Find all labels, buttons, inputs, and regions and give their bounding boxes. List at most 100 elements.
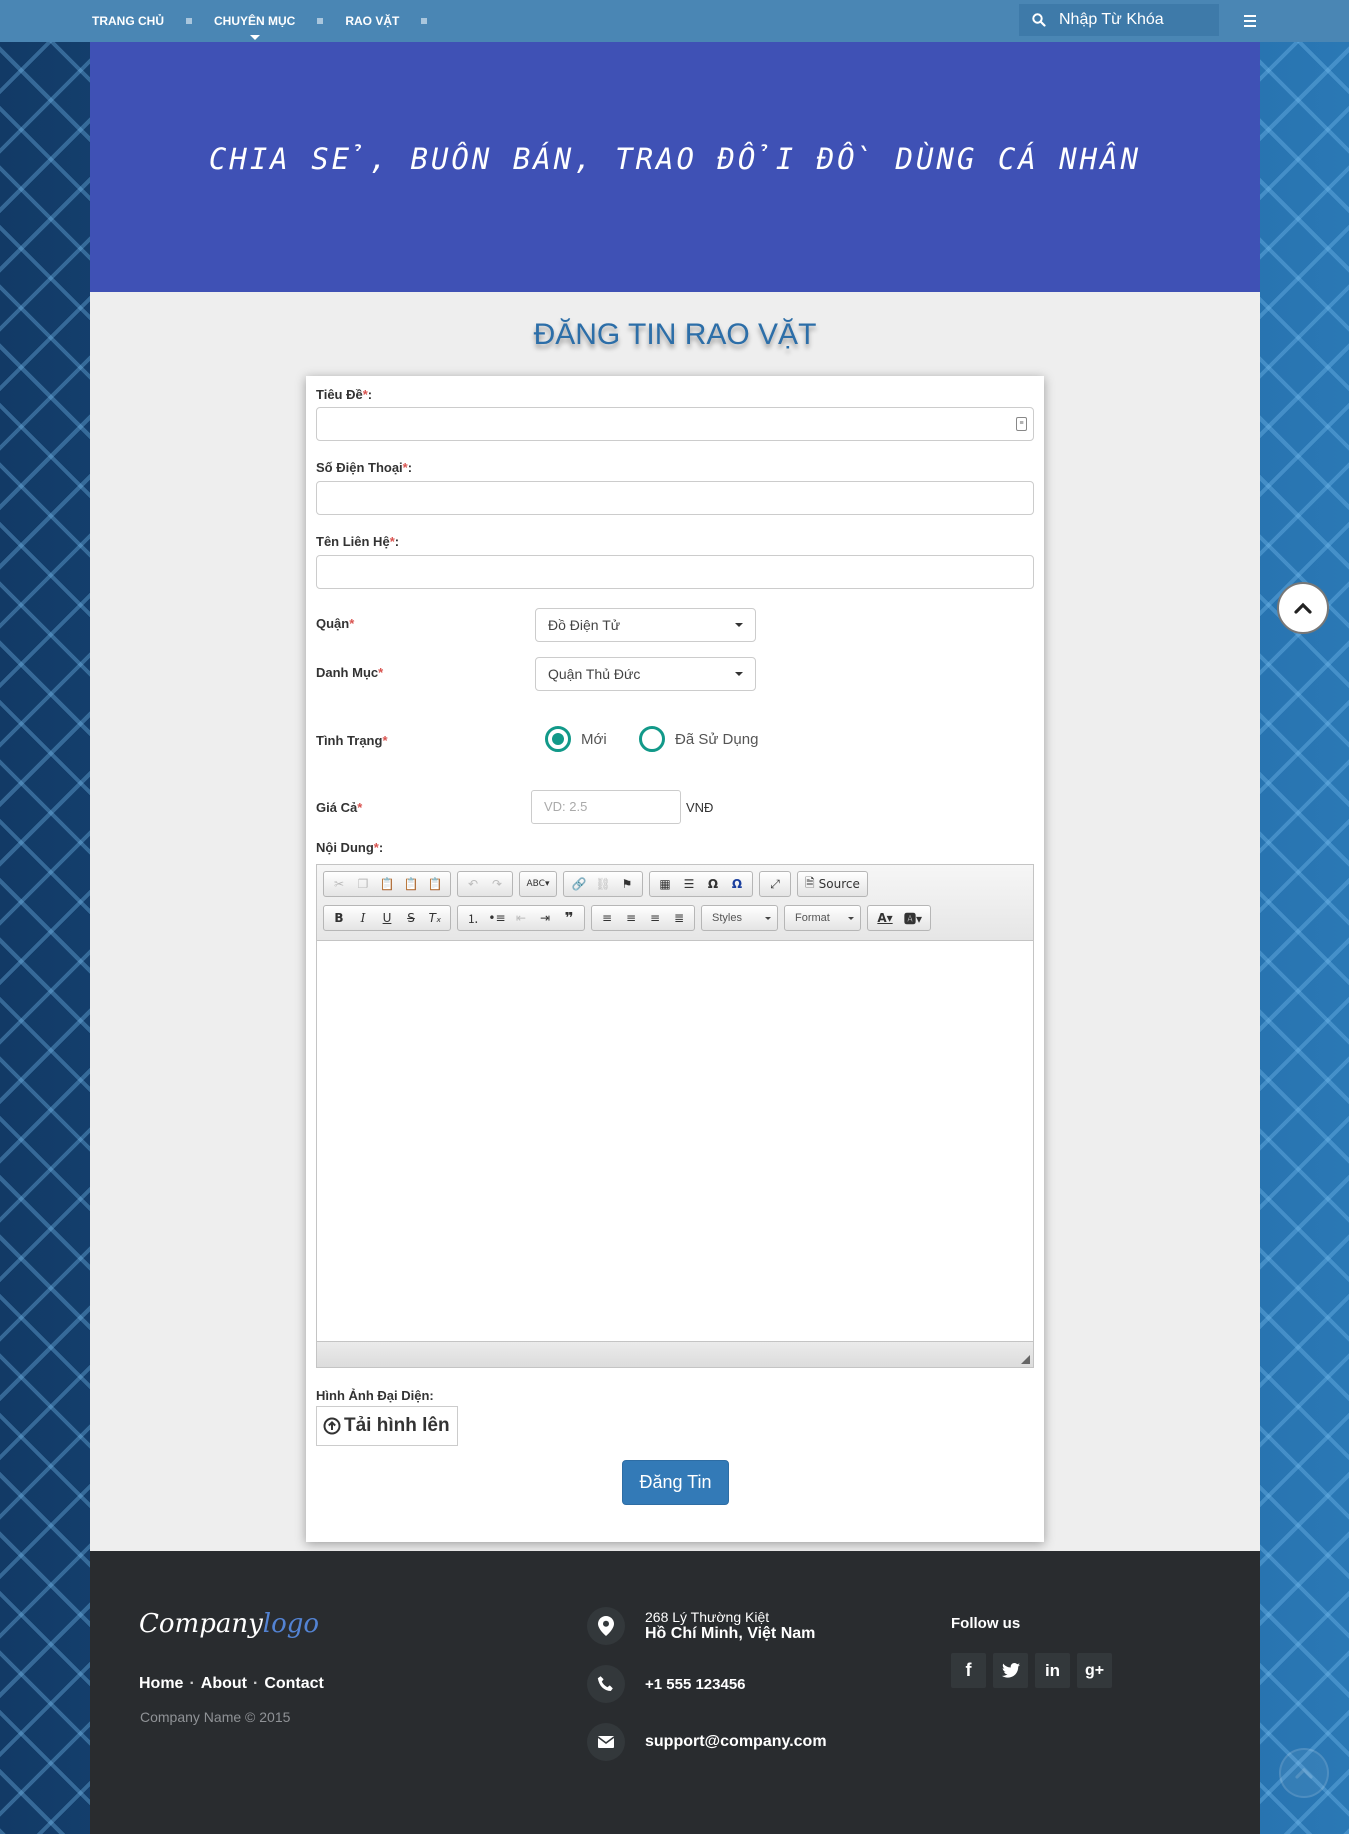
footer-link-about[interactable]: About bbox=[201, 1675, 247, 1693]
undo-group: ↶ ↷ bbox=[457, 871, 513, 897]
list-group: ⒈ •≡ ⇤ ⇥ ❞ bbox=[457, 905, 585, 931]
horizontal-line-icon[interactable]: ☰ bbox=[677, 873, 701, 895]
align-left-icon[interactable]: ≡ bbox=[595, 907, 619, 929]
search-icon[interactable] bbox=[1019, 13, 1059, 27]
address-line-1: 268 Lý Thường Kiệt bbox=[645, 1609, 770, 1625]
footer-link-contact[interactable]: Contact bbox=[264, 1675, 324, 1693]
align-group: ≡ ≡ ≡ ≣ bbox=[591, 905, 695, 931]
format-dropdown[interactable]: Format bbox=[784, 905, 861, 931]
maximize-group: ⤢ bbox=[759, 871, 791, 897]
caret-down-icon bbox=[735, 672, 743, 676]
indent-icon[interactable]: ⇥ bbox=[533, 907, 557, 929]
source-button[interactable]: 🗎 Source bbox=[801, 873, 864, 895]
resize-handle-icon[interactable] bbox=[1021, 1355, 1030, 1364]
maximize-icon[interactable]: ⤢ bbox=[763, 873, 787, 895]
radio-used-label: Đã Sử Dụng bbox=[675, 730, 759, 748]
anchor-flag-icon[interactable]: ⚑ bbox=[615, 873, 639, 895]
category-select[interactable]: Quận Thủ Đức bbox=[535, 657, 756, 691]
copyright: Company Name © 2015 bbox=[140, 1709, 291, 1725]
spellcheck-icon[interactable]: ABC▾ bbox=[523, 873, 553, 895]
toolbar-row-2: B I U S Tₓ ⒈ •≡ ⇤ ⇥ ❞ ≡ ≡ ≡ ≣ Styles For… bbox=[323, 905, 931, 931]
banner-title: CHIA SẺ, BUÔN BÁN, TRAO ĐỔI ĐỒ DÙNG CÁ N… bbox=[208, 142, 1142, 176]
social-links: f in g+ bbox=[951, 1653, 1112, 1688]
editor-content-area[interactable] bbox=[317, 941, 1033, 1341]
company-logo[interactable]: Companylogo bbox=[139, 1609, 319, 1639]
follow-label: Follow us bbox=[951, 1615, 1021, 1632]
radio-unchecked-icon[interactable] bbox=[639, 726, 665, 752]
text-color-icon[interactable]: A▾ bbox=[871, 907, 899, 929]
align-justify-icon[interactable]: ≣ bbox=[667, 907, 691, 929]
facebook-icon[interactable]: f bbox=[951, 1653, 986, 1688]
paste-icon[interactable]: 📋 bbox=[375, 873, 399, 895]
twitter-icon[interactable] bbox=[993, 1653, 1028, 1688]
submit-button[interactable]: Đăng Tin bbox=[622, 1460, 729, 1505]
color-group: A▾ 🅰▾ bbox=[867, 905, 931, 931]
italic-icon[interactable]: I bbox=[351, 907, 375, 929]
cut-icon[interactable]: ✂ bbox=[327, 873, 351, 895]
district-select[interactable]: Đồ Điện Tử bbox=[535, 608, 756, 642]
footer-link-home[interactable]: Home bbox=[139, 1675, 183, 1693]
align-center-icon[interactable]: ≡ bbox=[619, 907, 643, 929]
nav-item-categories-label: CHUYÊN MỤC bbox=[214, 14, 296, 28]
google-plus-icon[interactable]: g+ bbox=[1077, 1653, 1112, 1688]
phone-icon bbox=[587, 1665, 625, 1703]
copy-icon[interactable]: ❐ bbox=[351, 873, 375, 895]
remove-format-icon[interactable]: Tₓ bbox=[423, 907, 447, 929]
nav-item-home[interactable]: TRANG CHỦ bbox=[92, 14, 164, 28]
paste-text-icon[interactable]: 📋 bbox=[399, 873, 423, 895]
undo-icon[interactable]: ↶ bbox=[461, 873, 485, 895]
top-navbar: TRANG CHỦ CHUYÊN MỤC RAO VẶT Nhập Từ Khó… bbox=[0, 0, 1349, 42]
envelope-icon bbox=[587, 1723, 625, 1761]
blockquote-icon[interactable]: ❞ bbox=[557, 907, 581, 929]
unlink-icon[interactable]: ⛓ bbox=[591, 873, 615, 895]
banner: CHIA SẺ, BUÔN BÁN, TRAO ĐỔI ĐỒ DÙNG CÁ N… bbox=[90, 42, 1260, 292]
underline-icon[interactable]: U bbox=[375, 907, 399, 929]
special-char-icon[interactable]: Ω bbox=[725, 873, 749, 895]
input-addon-icon: ≡ bbox=[1016, 417, 1027, 431]
scroll-to-top-button[interactable] bbox=[1277, 582, 1329, 634]
redo-icon[interactable]: ↷ bbox=[485, 873, 509, 895]
nav-item-classifieds[interactable]: RAO VẶT bbox=[345, 14, 399, 28]
search-input[interactable]: Nhập Từ Khóa bbox=[1059, 11, 1164, 29]
title-input[interactable]: ≡ bbox=[316, 407, 1034, 441]
search-box[interactable]: Nhập Từ Khóa bbox=[1019, 4, 1219, 36]
nav-separator bbox=[317, 18, 324, 24]
scroll-to-top-ghost[interactable] bbox=[1279, 1748, 1329, 1798]
price-unit: VNĐ bbox=[686, 800, 714, 815]
phone-input[interactable] bbox=[316, 481, 1034, 515]
contact-name-label: Tên Liên Hệ*: bbox=[316, 534, 400, 549]
contact-name-input[interactable] bbox=[316, 555, 1034, 589]
price-input[interactable]: VD: 2.5 bbox=[531, 790, 681, 824]
bulleted-list-icon[interactable]: •≡ bbox=[485, 907, 509, 929]
upload-image-button[interactable]: Tải hình lên bbox=[316, 1406, 458, 1446]
paste-word-icon[interactable]: 📋 bbox=[423, 873, 447, 895]
map-marker-icon bbox=[587, 1607, 625, 1645]
upload-icon bbox=[323, 1417, 341, 1435]
table-icon[interactable]: ▦ bbox=[653, 873, 677, 895]
nav-separator bbox=[186, 18, 192, 24]
phone-row: +1 555 123456 bbox=[587, 1665, 746, 1703]
special-char-icon[interactable]: Ω bbox=[701, 873, 725, 895]
basic-styles-group: B I U S Tₓ bbox=[323, 905, 451, 931]
strikethrough-icon[interactable]: S bbox=[399, 907, 423, 929]
styles-dropdown[interactable]: Styles bbox=[701, 905, 778, 931]
hamburger-menu-icon[interactable] bbox=[1240, 12, 1260, 30]
numbered-list-icon[interactable]: ⒈ bbox=[461, 907, 485, 929]
radio-new[interactable]: Mới bbox=[545, 726, 607, 752]
source-label: Source bbox=[818, 877, 860, 891]
align-right-icon[interactable]: ≡ bbox=[643, 907, 667, 929]
chevron-up-icon bbox=[1294, 602, 1312, 614]
bold-icon[interactable]: B bbox=[327, 907, 351, 929]
nav-item-categories[interactable]: CHUYÊN MỤC bbox=[214, 14, 296, 40]
linkedin-icon[interactable]: in bbox=[1035, 1653, 1070, 1688]
image-label: Hình Ảnh Đại Diện: bbox=[316, 1388, 434, 1403]
outdent-icon[interactable]: ⇤ bbox=[509, 907, 533, 929]
email-link[interactable]: support@company.com bbox=[645, 1733, 827, 1750]
radio-used[interactable]: Đã Sử Dụng bbox=[639, 726, 758, 752]
radio-checked-icon[interactable] bbox=[545, 726, 571, 752]
link-separator: · bbox=[252, 1675, 259, 1692]
title-label: Tiêu Đề*: bbox=[316, 387, 373, 402]
background-color-icon[interactable]: 🅰▾ bbox=[899, 907, 927, 929]
district-select-value: Đồ Điện Tử bbox=[548, 617, 621, 633]
link-icon[interactable]: 🔗 bbox=[567, 873, 591, 895]
